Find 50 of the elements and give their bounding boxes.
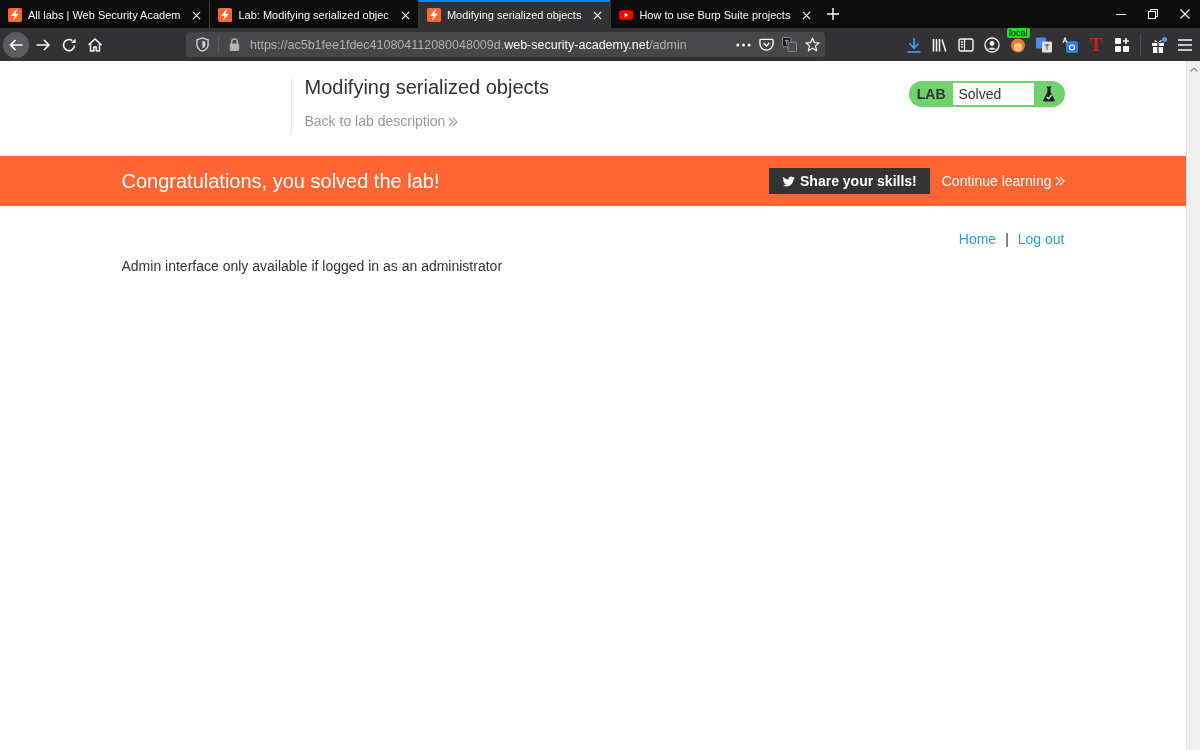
back-icon[interactable] bbox=[3, 31, 29, 58]
lab-label: LAB bbox=[915, 86, 947, 102]
double-chevron-icon bbox=[448, 116, 459, 127]
star-icon[interactable] bbox=[805, 37, 820, 52]
play-icon bbox=[619, 10, 634, 20]
forward-icon[interactable] bbox=[35, 36, 51, 53]
browser-tab[interactable]: All labs | Web Security Academ bbox=[0, 0, 210, 28]
scrollbar[interactable] bbox=[1186, 61, 1200, 750]
close-icon[interactable] bbox=[802, 10, 812, 20]
share-button[interactable]: Share your skills! bbox=[769, 168, 930, 194]
plus-icon[interactable] bbox=[827, 8, 840, 20]
link-separator: | bbox=[1005, 231, 1009, 248]
lightning-icon bbox=[426, 8, 441, 22]
pocket-icon[interactable] bbox=[759, 37, 774, 52]
lab-title: Modifying serialized objects bbox=[304, 75, 550, 99]
sidebar-icon[interactable] bbox=[958, 36, 974, 53]
close-icon[interactable] bbox=[1180, 9, 1190, 19]
extension-badge: local bbox=[1007, 27, 1030, 38]
account-icon[interactable] bbox=[984, 36, 1000, 53]
library-icon[interactable] bbox=[932, 36, 948, 53]
minimize-icon[interactable] bbox=[1116, 13, 1126, 15]
lock-icon[interactable] bbox=[227, 37, 242, 52]
flask-icon bbox=[1042, 86, 1055, 102]
restore-icon[interactable] bbox=[1148, 9, 1158, 19]
lightning-icon bbox=[218, 8, 233, 22]
extension-icon[interactable] bbox=[1010, 36, 1026, 53]
lightning-icon bbox=[8, 8, 22, 22]
close-icon[interactable] bbox=[192, 10, 202, 20]
download-icon[interactable] bbox=[906, 36, 922, 53]
url-text[interactable]: https://ac5b1fee1fdec410804112080048009d.web-security-academy.net/admin bbox=[250, 37, 728, 52]
reload-icon[interactable] bbox=[61, 36, 77, 53]
page-translate-icon[interactable] bbox=[782, 37, 797, 52]
double-chevron-icon bbox=[1054, 176, 1065, 186]
shield-icon[interactable] bbox=[195, 37, 210, 52]
home-icon[interactable] bbox=[87, 36, 103, 53]
language-icon[interactable] bbox=[1062, 36, 1078, 53]
bird-icon bbox=[782, 175, 796, 187]
admin-message: Admin interface only available if logged in as an administrator bbox=[121, 258, 504, 275]
translate-icon[interactable] bbox=[1036, 36, 1052, 53]
more-icon[interactable] bbox=[736, 42, 751, 47]
browser-tab[interactable]: Modifying serialized objects bbox=[417, 0, 611, 28]
banner-message: Congratulations, you solved the lab! bbox=[121, 169, 440, 193]
menu-icon[interactable] bbox=[1177, 36, 1193, 53]
close-icon[interactable] bbox=[593, 10, 603, 20]
address-bar[interactable]: https://ac5b1fee1fdec410804112080048009d.web-security-academy.net/admin bbox=[186, 32, 825, 57]
scroll-up-icon[interactable] bbox=[1189, 67, 1198, 72]
lab-status-value: Solved bbox=[952, 83, 1034, 105]
gift-icon[interactable] bbox=[1151, 36, 1167, 53]
grid-plus-icon[interactable] bbox=[1114, 36, 1130, 53]
close-icon[interactable] bbox=[400, 10, 410, 20]
